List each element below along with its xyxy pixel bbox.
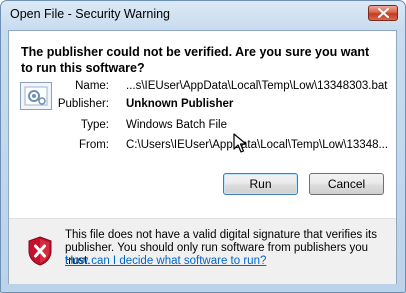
name-value: ...s\IEUser\AppData\Local\Temp\Low\13348… <box>126 80 388 92</box>
help-link[interactable]: How can I decide what software to run? <box>65 255 266 267</box>
dialog-content: The publisher could not be verified. Are… <box>8 30 397 284</box>
from-value: C:\Users\IEUser\AppData\Local\Temp\Low\1… <box>126 139 389 151</box>
name-label: Name: <box>75 80 109 92</box>
publisher-value: Unknown Publisher <box>126 98 234 110</box>
security-warning-dialog: Open File - Security Warning The publish… <box>0 0 406 293</box>
run-button[interactable]: Run <box>223 173 298 195</box>
from-label: From: <box>78 139 109 151</box>
mouse-pointer-icon <box>233 133 247 153</box>
title-bar[interactable]: Open File - Security Warning <box>1 1 405 31</box>
type-label: Type: <box>80 119 109 131</box>
warning-message: The publisher could not be verified. Are… <box>21 45 370 75</box>
publisher-label: Publisher: <box>57 98 109 110</box>
close-icon <box>378 8 389 18</box>
footer-panel: This file does not have a valid digital … <box>9 218 396 284</box>
close-button[interactable] <box>368 5 398 21</box>
type-value: Windows Batch File <box>126 119 227 131</box>
shield-x-icon <box>28 236 52 266</box>
cancel-button[interactable]: Cancel <box>309 173 384 195</box>
window-title: Open File - Security Warning <box>10 7 171 21</box>
